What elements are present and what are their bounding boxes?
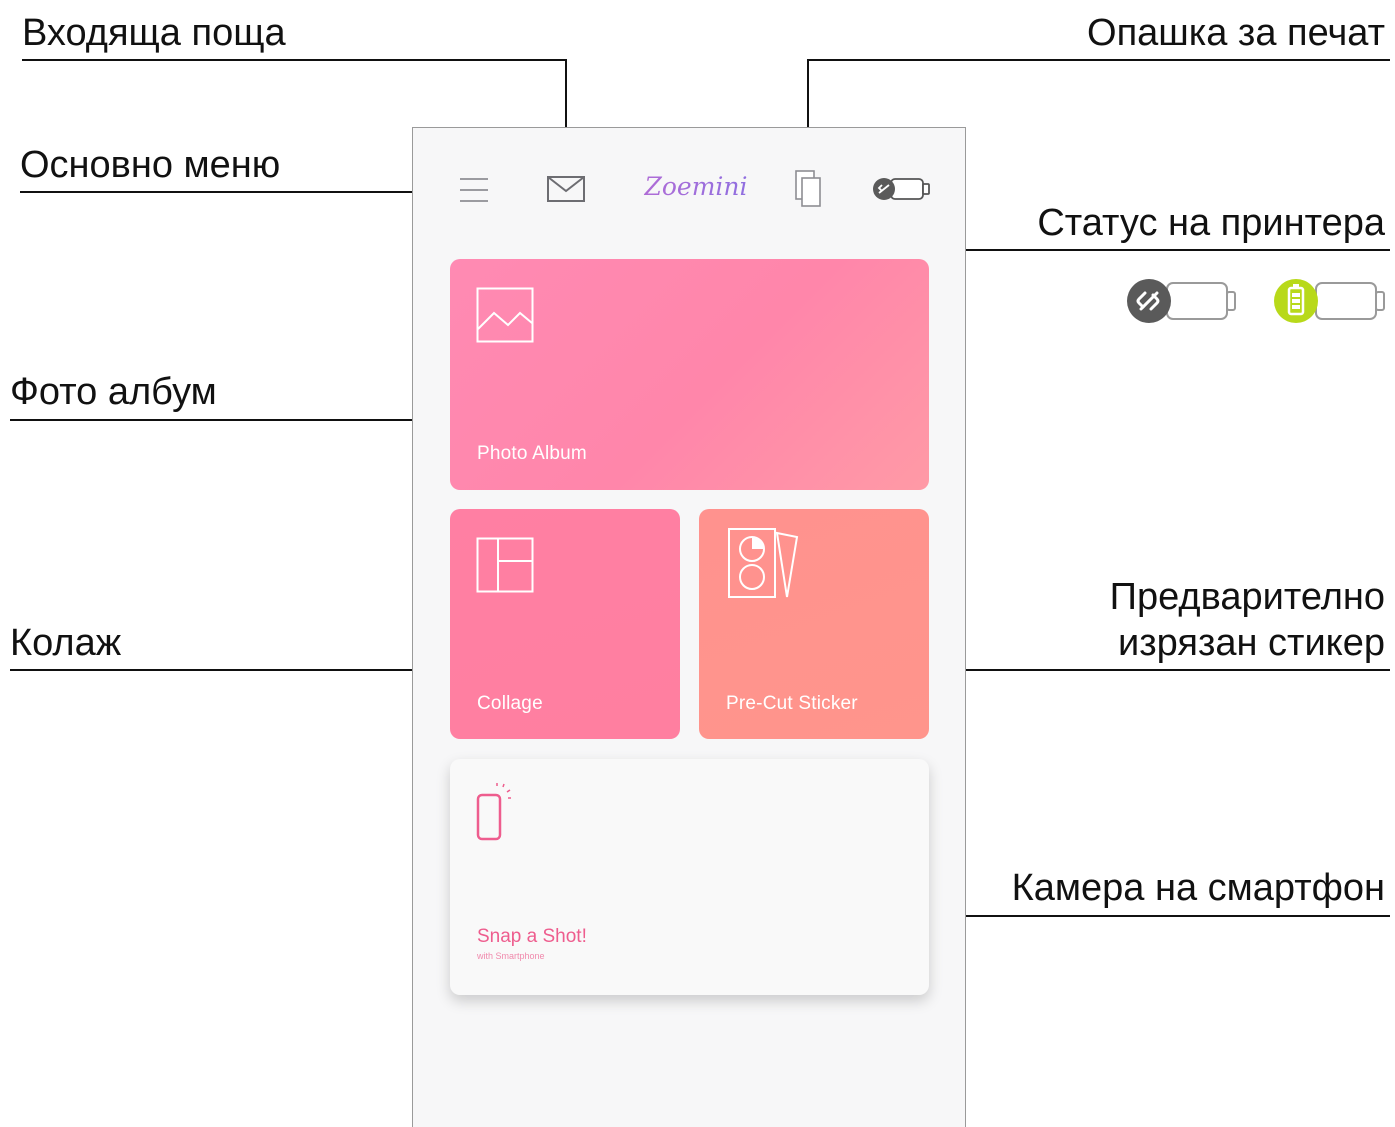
callout-inbox: Входяща поща: [22, 12, 286, 54]
printer-disconnected-status: [1125, 277, 1241, 330]
snap-a-shot-subtitle: with Smartphone: [477, 951, 545, 961]
sticker-sheet-icon: [728, 528, 799, 598]
callout-smartphone-camera: Камера на смартфон: [1011, 867, 1385, 909]
inbox-button[interactable]: [547, 176, 585, 207]
hamburger-icon: [460, 178, 488, 202]
pages-icon: [795, 170, 821, 207]
callout-printer-status: Статус на принтера: [1037, 202, 1385, 244]
snap-a-shot-card[interactable]: Snap a Shot! with Smartphone: [450, 759, 929, 995]
printer-battery-status: [1272, 277, 1390, 330]
phone-icon: [476, 783, 511, 841]
printer-status-button[interactable]: [871, 176, 933, 207]
grid-icon: [476, 537, 534, 593]
callout-photo-album: Фото албум: [10, 371, 217, 413]
app-screen: Zoemini Photo Album Collage Pre-Cut Stic…: [412, 127, 966, 1127]
callout-precut-sticker-line1: Предварително: [1109, 576, 1385, 618]
callout-main-menu: Основно меню: [20, 144, 281, 186]
snap-a-shot-label: Snap a Shot!: [477, 926, 587, 947]
printer-battery-icon: [1274, 279, 1385, 323]
photo-album-label: Photo Album: [477, 443, 587, 464]
callout-print-queue: Опашка за печат: [1087, 12, 1385, 54]
main-menu-button[interactable]: [459, 176, 489, 209]
photo-album-card[interactable]: Photo Album: [450, 259, 929, 490]
print-queue-button[interactable]: [795, 170, 823, 213]
app-logo: Zoemini: [641, 172, 751, 201]
envelope-icon: [547, 176, 585, 202]
printer-status-icon: [873, 178, 930, 200]
collage-card[interactable]: Collage: [450, 509, 680, 739]
callout-collage: Колаж: [10, 622, 122, 664]
printer-disconnected-icon: [1127, 279, 1236, 323]
precut-sticker-label: Pre-Cut Sticker: [726, 693, 858, 714]
precut-sticker-card[interactable]: Pre-Cut Sticker: [699, 509, 929, 739]
image-icon: [476, 287, 534, 343]
collage-label: Collage: [477, 693, 543, 714]
callout-precut-sticker-line2: изрязан стикер: [1118, 622, 1385, 664]
